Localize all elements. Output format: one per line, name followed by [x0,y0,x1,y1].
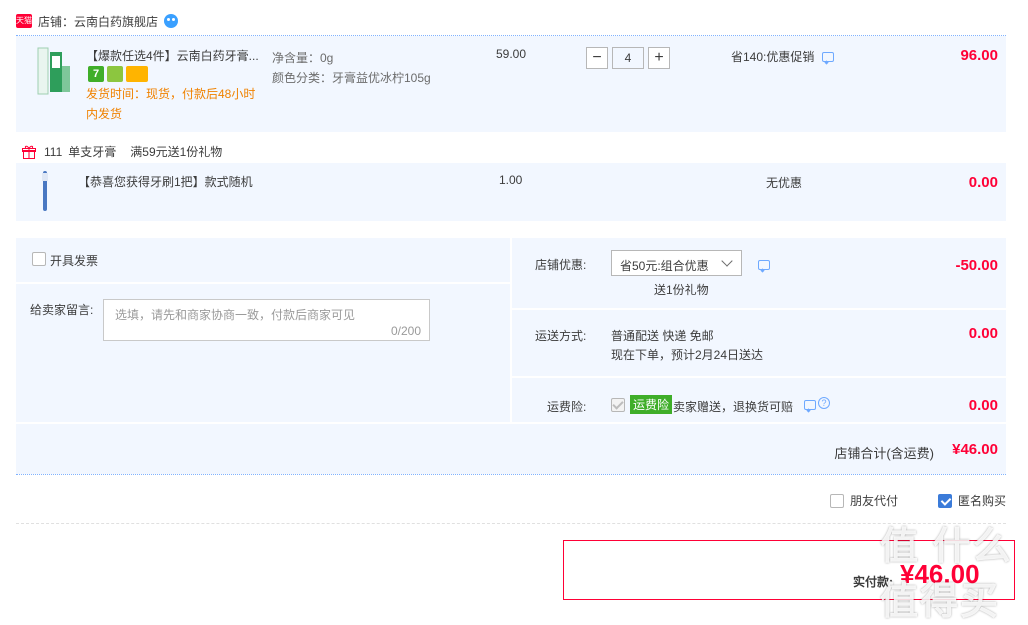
gift-item-row: 【恭喜您获得牙刷1把】款式随机 1.00 无优惠 0.00 [16,163,1006,221]
message-placeholder: 选填，请先和商家协商一致，付款后商家可见 [115,308,356,322]
gift-header-id: 111 [44,144,63,159]
quantity-stepper: − 4 + [586,47,670,69]
quantity-input[interactable]: 4 [612,47,644,69]
gift-header: 111 单支牙膏 满59元送1份礼物 [22,143,222,160]
item-promo: 省140:优惠促销 [731,48,835,65]
shop-name[interactable]: 店铺：云南白药旗舰店 [38,13,158,30]
insurance-amount: 0.00 [968,397,998,414]
service-badges: 7 [88,66,148,82]
toothbrush-thumbnail [40,171,50,211]
shop-discount-amount: -50.00 [955,257,998,274]
item-total: 96.00 [960,47,998,64]
invoice-row: 开具发票 [16,238,510,282]
shipping-label: 运送方式: [535,329,587,343]
quantity-minus-button[interactable]: − [586,47,608,69]
insurance-checkbox [611,398,625,412]
shop-discount-row: 店铺优惠: 省50元:组合优惠 送1份礼物 -50.00 [512,238,1006,308]
anonymous-label[interactable]: 匿名购买 [958,492,1006,509]
main-item-title[interactable]: 【爆款任选4件】云南白药牙膏... [86,47,259,64]
insurance-label: 运费险: [547,400,587,414]
insurance-row: 运费险: 运费险 卖家赠送，退换货可赔 ? 0.00 [512,378,1006,422]
friend-pay-label[interactable]: 朋友代付 [850,492,898,509]
tmall-badge-icon: 天猫 [16,14,32,28]
gift-icon [22,145,36,159]
shop-total-row: 店铺合计(含运费) ¥46.00 [16,424,1006,474]
ship-time-line1: 发货时间：现货，付款后48小时 [86,87,256,101]
message-input[interactable]: 选填，请先和商家协商一致，付款后商家可见 0/200 [103,299,430,341]
message-row: 给卖家留言: 选填，请先和商家协商一致，付款后商家可见 0/200 [16,284,510,422]
gift-header-rule: 满59元送1份礼物 [130,145,223,159]
watermark-logo: 值 什么值得买 [880,526,1013,623]
main-item-row: 【爆款任选4件】云南白药牙膏... 7 发货时间：现货，付款后48小时 内发货 … [16,36,1006,132]
gift-total: 0.00 [968,174,998,191]
unit-price: 59.00 [496,47,527,61]
shop-discount-select[interactable]: 省50元:组合优惠 [611,250,742,276]
ship-time-line2: 内发货 [86,107,123,121]
insurance-tag: 运费险 [630,395,673,414]
wangwang-chat-icon[interactable] [164,14,179,28]
insurance-desc: 卖家赠送，退换货可赔 [673,400,794,414]
shop-total-amount: ¥46.00 [952,441,998,458]
question-icon[interactable]: ? [818,397,830,409]
toothpaste-thumbnail[interactable] [36,46,72,96]
shipping-row: 运送方式: 普通配送 快递 免邮 现在下单，预计2月24日送达 0.00 [512,310,1006,376]
shipping-amount: 0.00 [968,325,998,342]
gift-unit-price: 1.00 [499,173,523,187]
gift-header-product: 单支牙膏 [68,145,117,159]
guarantee-icon [107,66,123,82]
shop-total-label: 店铺合计(含运费) [834,446,934,461]
check-icon [612,398,624,410]
insurance-chat-icon[interactable] [804,400,816,410]
discount-info-icon[interactable] [758,260,770,270]
spec-weight: 净含量：0g [272,51,334,65]
quantity-plus-button[interactable]: + [648,47,670,69]
spec-color: 颜色分类：牙膏益优冰柠105g [272,71,431,85]
shop-discount-selected: 省50元:组合优惠 [620,259,709,273]
check-icon [940,494,952,506]
shipping-method: 普通配送 快递 免邮 [611,329,714,343]
message-counter: 0/200 [390,324,421,338]
anonymous-checkbox[interactable] [938,493,952,508]
promo-info-icon[interactable] [822,51,835,62]
invoice-label[interactable]: 开具发票 [50,252,98,269]
gift-item-title: 【恭喜您获得牙刷1把】款式随机 [78,175,253,189]
seven-day-return-icon: 7 [88,66,104,82]
shop-total-divider [16,474,1006,475]
message-label: 给卖家留言: [30,303,94,317]
chevron-down-icon [721,255,733,267]
item-promo-text: 省140:优惠促销 [731,50,815,64]
credit-card-icon [126,66,148,82]
shop-header: 天猫 店铺：云南白药旗舰店 [16,12,179,30]
anonymous-option[interactable]: 匿名购买 [938,492,1006,509]
friend-pay-option[interactable]: 朋友代付 [830,492,898,509]
friend-pay-checkbox[interactable] [830,493,844,508]
invoice-checkbox[interactable] [32,252,46,266]
shop-discount-gift-note: 送1份礼物 [654,283,709,297]
gift-promo: 无优惠 [766,176,803,190]
options-divider [16,523,1006,524]
shop-discount-label: 店铺优惠: [535,258,587,272]
shipping-eta: 现在下单，预计2月24日送达 [611,348,764,362]
